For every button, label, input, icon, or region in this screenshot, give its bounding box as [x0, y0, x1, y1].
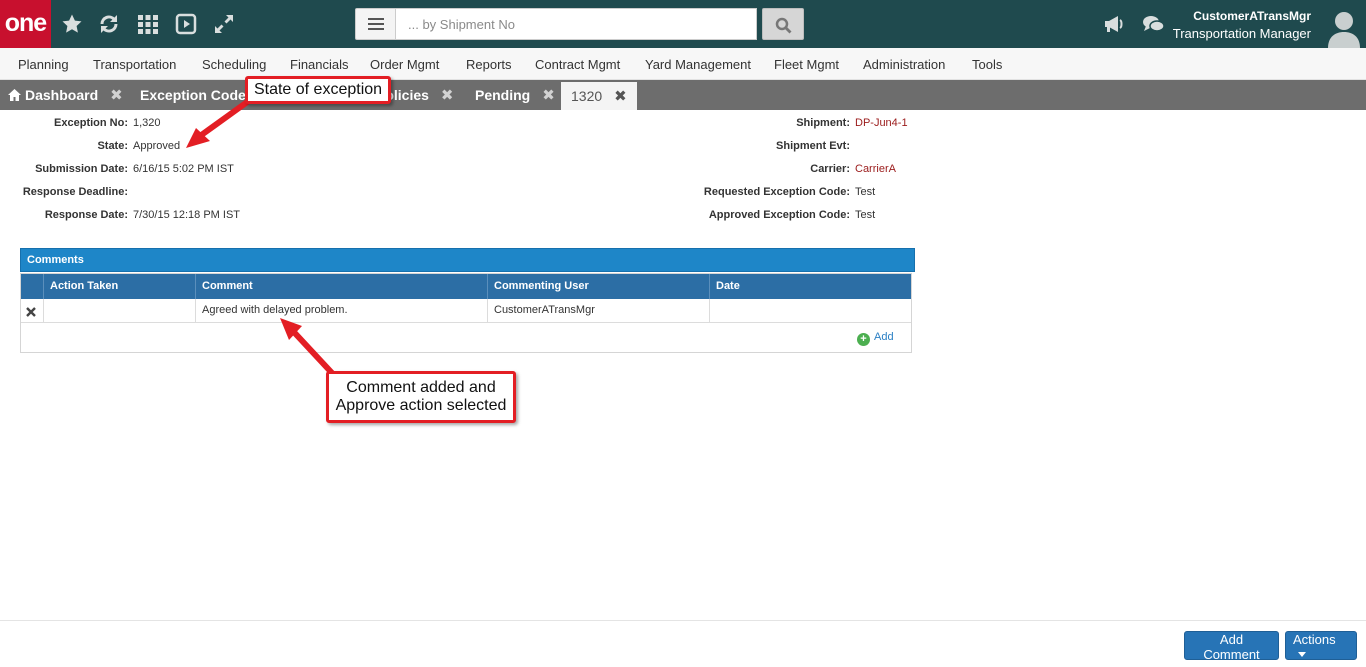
- close-icon[interactable]: ✖: [542, 81, 555, 111]
- add-comment-button[interactable]: Add Comment: [1184, 631, 1279, 662]
- column-commenting-user[interactable]: Commenting User: [487, 274, 709, 299]
- footer-bar: Add Comment Actions: [0, 620, 1366, 667]
- add-comment-row-link[interactable]: + Add: [857, 331, 894, 346]
- cell-date[interactable]: [709, 299, 911, 323]
- callout-comment-added: Comment added and Approve action selecte…: [326, 371, 516, 423]
- response-deadline-label: Response Deadline:: [22, 186, 128, 198]
- refresh-icon[interactable]: [97, 12, 121, 36]
- callout-text-line-2: Approve action selected: [335, 397, 507, 414]
- star-icon[interactable]: [60, 12, 84, 36]
- close-icon[interactable]: ✖: [614, 83, 627, 111]
- cell-action-taken[interactable]: [43, 299, 195, 323]
- expand-icon[interactable]: [212, 12, 236, 36]
- megaphone-icon[interactable]: [1102, 12, 1126, 36]
- menu-transportation[interactable]: Transportation: [93, 57, 176, 72]
- menu-fleet-mgmt[interactable]: Fleet Mgmt: [774, 57, 839, 72]
- top-header: one CustomerATransMgr Transportation Man…: [0, 0, 1366, 48]
- column-action-taken[interactable]: Action Taken: [43, 274, 209, 299]
- menu-contract-mgmt[interactable]: Contract Mgmt: [535, 57, 620, 72]
- state-label: State:: [97, 140, 128, 152]
- requested-exception-code-value: Test: [855, 186, 876, 198]
- exception-no-value: 1,320: [133, 117, 161, 129]
- one-logo[interactable]: one: [0, 0, 51, 48]
- submission-date-label: Submission Date:: [35, 163, 128, 175]
- shipment-link[interactable]: DP-Jun4-1: [855, 117, 908, 129]
- column-date[interactable]: Date: [709, 274, 911, 299]
- column-comment[interactable]: Comment: [195, 274, 487, 299]
- caret-down-icon: [1298, 652, 1306, 657]
- tab-label: Exception Codes: [140, 87, 254, 103]
- shipment-label: Shipment:: [796, 117, 850, 129]
- callout-state-of-exception: State of exception: [245, 76, 391, 104]
- tab-bar: Dashboard ✖ Exception Codes Policies ✖ Pen…: [0, 80, 1366, 110]
- carrier-link[interactable]: CarrierA: [855, 163, 896, 175]
- carrier-label: Carrier:: [810, 163, 850, 175]
- grid-icon[interactable]: [136, 12, 160, 36]
- table-row[interactable]: Agreed with delayed problem. CustomerATr…: [21, 299, 911, 323]
- exception-no-label: Exception No:: [54, 117, 128, 129]
- user-role: Transportation Manager: [1172, 26, 1311, 41]
- actions-label: Actions: [1293, 632, 1336, 647]
- comments-grid: Action Taken Comment Commenting User Dat…: [20, 273, 912, 353]
- tab-1320[interactable]: 1320 ✖: [561, 82, 637, 110]
- menu-administration[interactable]: Administration: [863, 57, 945, 72]
- cell-commenting-user[interactable]: CustomerATransMgr: [487, 299, 709, 323]
- tab-label: 1320: [571, 88, 603, 104]
- response-date-value: 7/30/15 12:18 PM IST: [133, 209, 241, 221]
- search-input[interactable]: [396, 8, 757, 40]
- actions-button[interactable]: Actions: [1285, 631, 1357, 660]
- menu-tools[interactable]: Tools: [972, 57, 1002, 72]
- home-icon: [8, 89, 21, 101]
- menu-financials[interactable]: Financials: [290, 57, 349, 72]
- main-menu: Planning Transportation Scheduling Finan…: [0, 48, 1366, 80]
- close-icon[interactable]: ✖: [441, 81, 454, 111]
- approved-exception-code-label: Approved Exception Code:: [708, 209, 850, 221]
- menu-yard-management[interactable]: Yard Management: [645, 57, 751, 72]
- menu-reports[interactable]: Reports: [466, 57, 512, 72]
- response-date-label: Response Date:: [44, 209, 128, 221]
- menu-scheduling[interactable]: Scheduling: [202, 57, 266, 72]
- shipment-evt-label: Shipment Evt:: [776, 140, 850, 152]
- tab-label: Pending: [475, 87, 531, 103]
- user-avatar-icon[interactable]: [1327, 8, 1361, 48]
- submission-date-value: 6/16/15 5:02 PM IST: [133, 163, 234, 175]
- state-value: Approved: [133, 140, 181, 152]
- close-icon[interactable]: ✖: [110, 81, 123, 111]
- user-name[interactable]: CustomerATransMgr: [1193, 9, 1311, 23]
- menu-planning[interactable]: Planning: [18, 57, 69, 72]
- cell-comment[interactable]: Agreed with delayed problem.: [195, 299, 487, 323]
- delete-row-icon[interactable]: [25, 305, 37, 317]
- plus-circle-icon: +: [857, 333, 870, 346]
- menu-order-mgmt[interactable]: Order Mgmt: [370, 57, 439, 72]
- tab-label: Dashboard: [25, 87, 99, 103]
- callout-text-line-1: Comment added and: [346, 379, 496, 396]
- add-label: Add: [874, 331, 894, 343]
- search-menu-button[interactable]: [355, 8, 396, 40]
- chat-icon[interactable]: [1141, 12, 1165, 36]
- search-icon: [775, 17, 792, 34]
- tab-dashboard[interactable]: Dashboard ✖: [8, 80, 123, 110]
- menu-icon: [368, 18, 384, 30]
- comments-section-title: Comments: [20, 248, 915, 272]
- approved-exception-code-value: Test: [855, 209, 876, 221]
- requested-exception-code-label: Requested Exception Code:: [703, 186, 850, 198]
- comments-grid-header: Action Taken Comment Commenting User Dat…: [21, 274, 911, 299]
- tab-exception-codes[interactable]: Exception Codes: [140, 80, 254, 110]
- play-icon[interactable]: [174, 12, 198, 36]
- tab-pending[interactable]: Pending ✖: [475, 80, 555, 110]
- callout-text: State of exception: [253, 81, 383, 98]
- search-button[interactable]: [762, 8, 804, 40]
